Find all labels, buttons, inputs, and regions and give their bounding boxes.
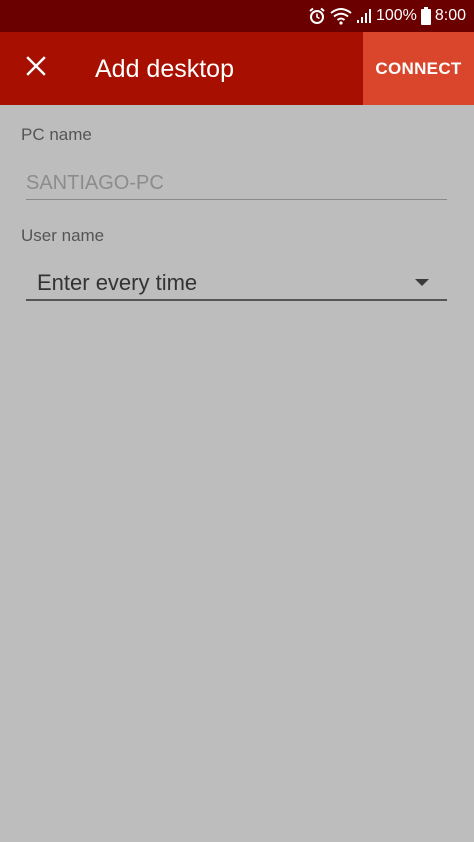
close-icon <box>26 55 46 81</box>
signal-icon <box>356 8 372 24</box>
alarm-icon <box>308 7 326 25</box>
user-name-dropdown[interactable]: Enter every time <box>26 264 447 301</box>
wifi-icon <box>330 7 352 25</box>
pc-name-label: PC name <box>21 125 92 144</box>
status-bar: 100% 8:00 <box>0 0 474 32</box>
app-bar: Add desktop CONNECT <box>0 32 474 105</box>
battery-percent: 100% <box>375 7 417 24</box>
close-button[interactable] <box>14 46 58 90</box>
dropdown-arrow-icon <box>415 279 429 286</box>
user-name-selected-value: Enter every time <box>37 270 198 295</box>
pc-name-input[interactable] <box>26 168 447 200</box>
add-desktop-screen: 100% 8:00 Add desktop CONNECT PC name Us… <box>0 0 474 842</box>
status-time: 8:00 <box>434 7 466 24</box>
battery-icon <box>420 7 431 25</box>
page-title: Add desktop <box>95 55 234 83</box>
connect-button[interactable]: CONNECT <box>363 32 474 105</box>
user-name-label: User name <box>21 226 105 245</box>
